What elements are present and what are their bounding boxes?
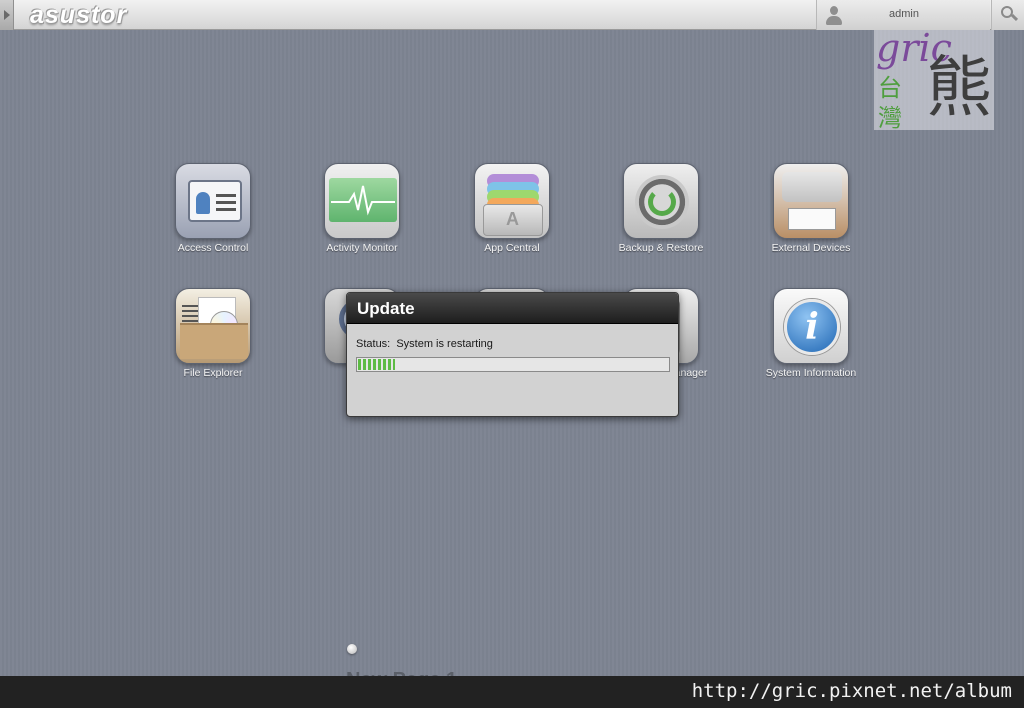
app-access-control[interactable]: Access Control (153, 163, 273, 254)
update-progress-bar (356, 357, 670, 372)
status-line: Status: System is restarting (356, 338, 493, 350)
app-label: Backup & Restore (618, 242, 704, 254)
watermark-badge: gric 台 灣 熊 (874, 26, 994, 132)
dialog-header: Update (347, 293, 678, 324)
status-text: System is restarting (396, 338, 493, 350)
app-label: System Information (765, 367, 857, 379)
footer-url: http://gric.pixnet.net/album (691, 680, 1012, 702)
asustor-logo: asustor (30, 1, 128, 29)
app-external-devices[interactable]: External Devices (751, 163, 871, 254)
watermark-char-2: 灣 (878, 105, 902, 132)
dialog-title: Update (357, 299, 415, 318)
app-app-central[interactable]: A App Central (452, 163, 572, 254)
search-button[interactable] (991, 0, 1024, 30)
folder-disc-icon (175, 288, 251, 364)
app-label: Access Control (177, 242, 249, 254)
footer-watermark-bar: http://gric.pixnet.net/album (0, 676, 1024, 708)
page-indicator-dot[interactable] (347, 644, 357, 654)
top-bar: asustor admin (0, 0, 1024, 30)
heartbeat-monitor-icon (324, 163, 400, 239)
id-card-icon (175, 163, 251, 239)
info-icon: i (773, 288, 849, 364)
progress-fill (358, 359, 395, 370)
update-dialog: Update Status: System is restarting (346, 292, 679, 417)
app-backup-restore[interactable]: Backup & Restore (601, 163, 721, 254)
username-label: admin (889, 8, 919, 20)
sidebar-toggle-tab[interactable] (0, 0, 14, 30)
app-label: External Devices (771, 242, 851, 254)
app-label: Activity Monitor (326, 242, 398, 254)
app-label: App Central (484, 242, 540, 254)
app-activity-monitor[interactable]: Activity Monitor (302, 163, 422, 254)
app-system-information[interactable]: i System Information (751, 288, 871, 379)
app-box-icon: A (474, 163, 550, 239)
status-label: Status: (356, 338, 391, 350)
user-icon (824, 4, 844, 26)
printer-icon (773, 163, 849, 239)
app-file-explorer[interactable]: File Explorer (153, 288, 273, 379)
backup-ring-icon (623, 163, 699, 239)
watermark-char-3: 熊 (926, 50, 992, 124)
app-label: File Explorer (183, 367, 243, 379)
